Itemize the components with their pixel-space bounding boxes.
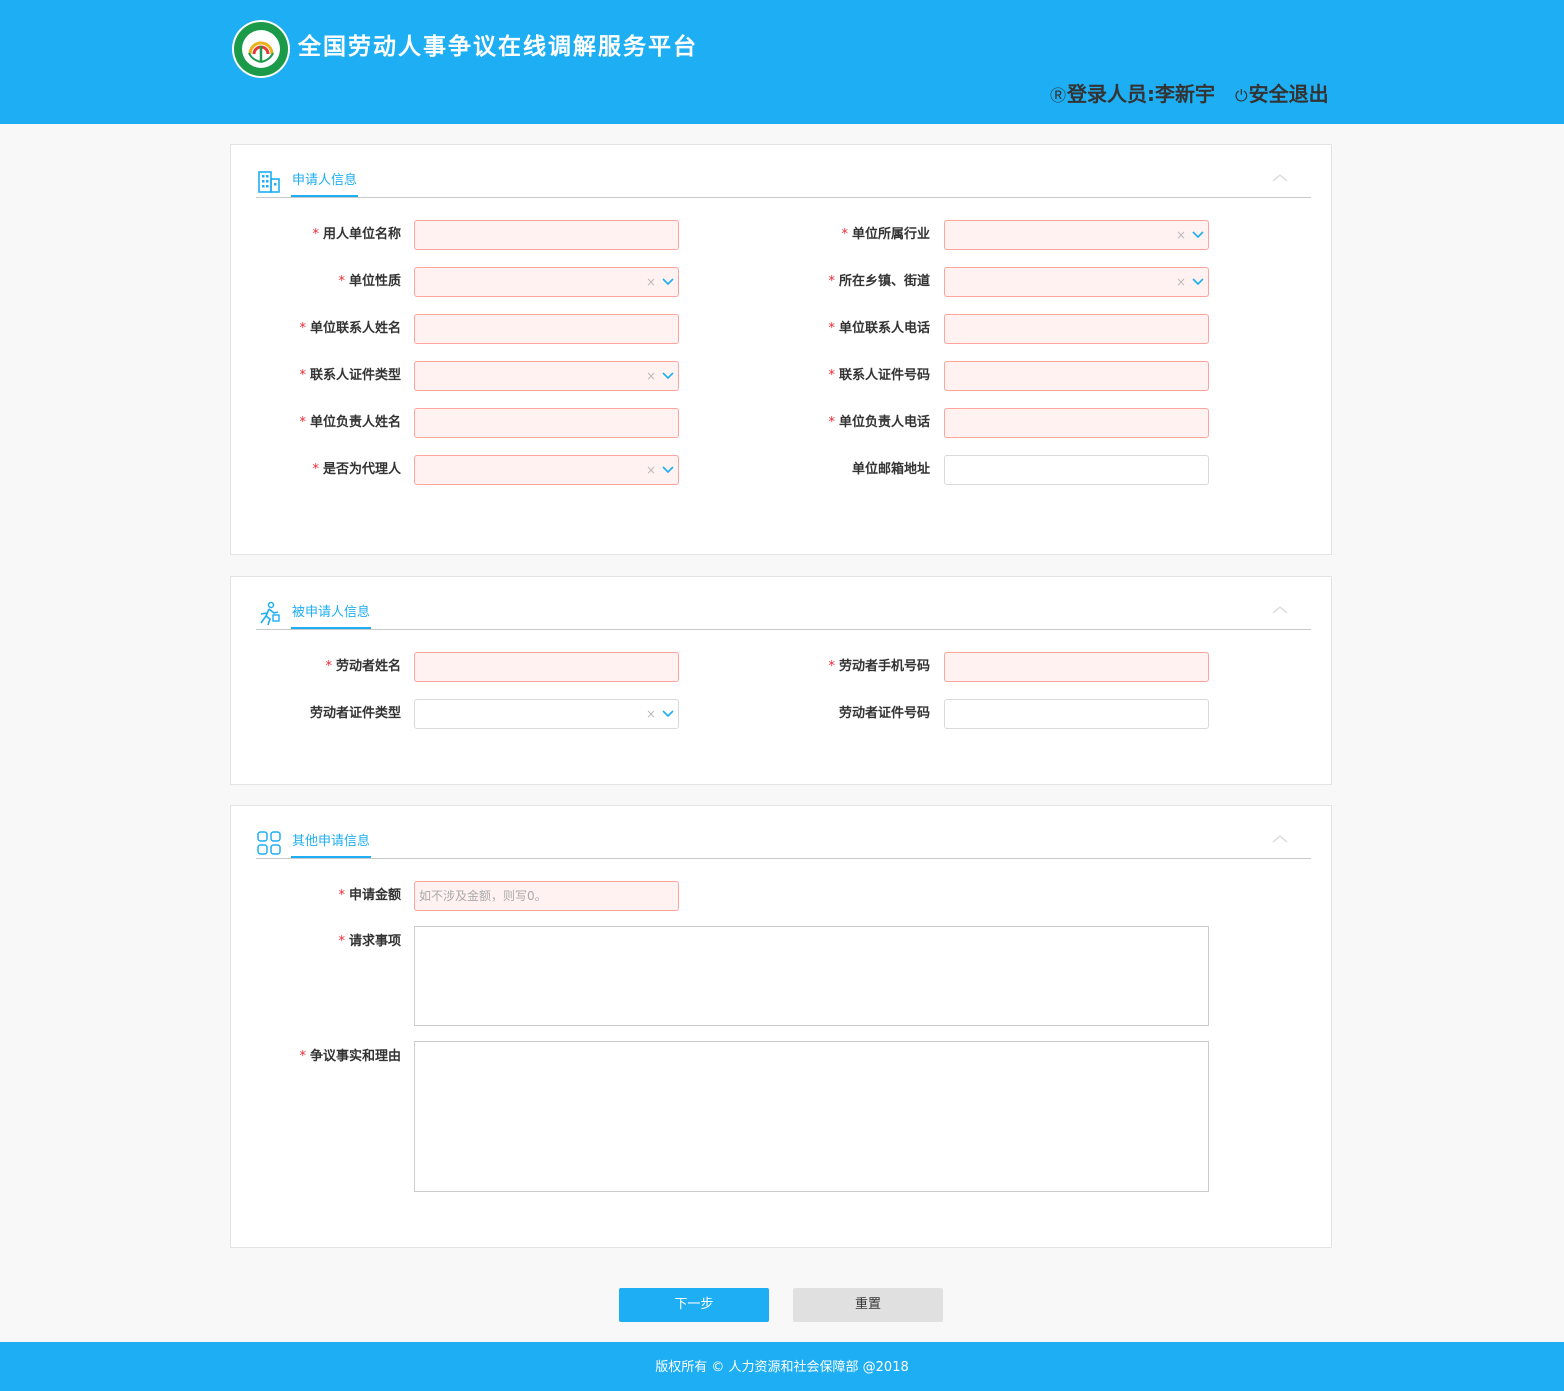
user-circle-icon: Ⓡ xyxy=(1050,86,1067,105)
applicant-panel-title: 申请人信息 xyxy=(291,173,359,197)
field-label: 单位邮箱地址 xyxy=(851,462,930,477)
clear-icon[interactable]: × xyxy=(646,700,656,728)
employer-email-input[interactable] xyxy=(944,455,1209,485)
field-label: * 单位负责人姓名 xyxy=(299,415,401,430)
employer-nature-select[interactable]: × xyxy=(414,267,679,297)
township-select[interactable]: × xyxy=(944,267,1209,297)
claim-request-textarea[interactable] xyxy=(414,926,1209,1026)
field-label: * 单位联系人姓名 xyxy=(299,321,401,336)
grid-icon xyxy=(257,831,281,855)
field-label: * 是否为代理人 xyxy=(312,462,401,477)
employer-name-input[interactable] xyxy=(414,220,679,250)
dispute-facts-textarea[interactable] xyxy=(414,1041,1209,1192)
power-icon: ⏻ xyxy=(1235,86,1248,105)
head-phone-input[interactable] xyxy=(944,408,1209,438)
footer: 版权所有 © 人力资源和社会保障部 @2018 xyxy=(0,1342,1564,1391)
platform-logo xyxy=(232,20,290,78)
chevron-down-icon xyxy=(662,278,674,286)
applicant-panel-header: 申请人信息 xyxy=(256,167,1311,198)
field-label: * 单位联系人电话 xyxy=(828,321,930,336)
field-label: * 用人单位名称 xyxy=(312,227,401,242)
field-label: * 联系人证件号码 xyxy=(828,368,930,383)
worker-name-input[interactable] xyxy=(414,652,679,682)
field-label: * 单位性质 xyxy=(338,274,401,289)
other-info-panel-title: 其他申请信息 xyxy=(291,834,372,858)
clear-icon[interactable]: × xyxy=(646,268,656,296)
field-label: * 单位负责人电话 xyxy=(828,415,930,430)
chevron-down-icon xyxy=(662,372,674,380)
field-label: * 劳动者姓名 xyxy=(325,659,401,674)
other-info-panel: 其他申请信息 * 申请金额 如不涉及金额，则写0。 * 请求事项 * 争议事实和理由 xyxy=(230,805,1332,1248)
chevron-down-icon xyxy=(1192,231,1204,239)
collapse-chevron-up-icon[interactable] xyxy=(1269,599,1291,621)
field-label: * 所在乡镇、街道 xyxy=(828,274,930,289)
field-label: * 请求事项 xyxy=(338,934,401,949)
field-label: * 争议事实和理由 xyxy=(299,1049,401,1064)
field-label: * 单位所属行业 xyxy=(841,227,930,242)
respondent-panel: 被申请人信息 * 劳动者姓名 * 劳动者手机号码 劳动者证件类型 × 劳动者证件号码 xyxy=(230,576,1332,785)
field-label: 劳动者证件号码 xyxy=(838,706,930,721)
worker-mobile-input[interactable] xyxy=(944,652,1209,682)
contact-id-type-select[interactable]: × xyxy=(414,361,679,391)
top-header: 全国劳动人事争议在线调解服务平台 Ⓡ登录人员:李新宇 ⏻安全退出 xyxy=(0,0,1564,124)
contact-name-input[interactable] xyxy=(414,314,679,344)
copyright-text: 版权所有 © 人力资源和社会保障部 @2018 xyxy=(655,1360,909,1375)
chevron-down-icon xyxy=(662,710,674,718)
worker-id-number-input[interactable] xyxy=(944,699,1209,729)
site-title: 全国劳动人事争议在线调解服务平台 xyxy=(298,34,698,60)
other-info-panel-header: 其他申请信息 xyxy=(256,828,1311,859)
clear-icon[interactable]: × xyxy=(646,456,656,484)
reset-button[interactable]: 重置 xyxy=(793,1288,943,1322)
collapse-chevron-up-icon[interactable] xyxy=(1269,167,1291,189)
walking-person-icon xyxy=(260,601,280,626)
building-icon xyxy=(258,171,280,193)
field-label: * 申请金额 xyxy=(338,888,401,903)
clear-icon[interactable]: × xyxy=(1176,221,1186,249)
industry-select[interactable]: × xyxy=(944,220,1209,250)
field-label: 劳动者证件类型 xyxy=(309,706,401,721)
chevron-down-icon xyxy=(1192,278,1204,286)
respondent-panel-title: 被申请人信息 xyxy=(291,605,372,629)
head-name-input[interactable] xyxy=(414,408,679,438)
next-step-button[interactable]: 下一步 xyxy=(619,1288,769,1322)
logged-in-user-label: 登录人员:李新宇 xyxy=(1067,82,1216,106)
collapse-chevron-up-icon[interactable] xyxy=(1269,828,1291,850)
chevron-down-icon xyxy=(662,466,674,474)
logged-in-user: Ⓡ登录人员:李新宇 xyxy=(1050,80,1215,110)
contact-id-number-input[interactable] xyxy=(944,361,1209,391)
claim-amount-input[interactable]: 如不涉及金额，则写0。 xyxy=(414,881,679,911)
respondent-panel-header: 被申请人信息 xyxy=(256,599,1311,630)
contact-phone-input[interactable] xyxy=(944,314,1209,344)
clear-icon[interactable]: × xyxy=(646,362,656,390)
is-agent-select[interactable]: × xyxy=(414,455,679,485)
worker-id-type-select[interactable]: × xyxy=(414,699,679,729)
logout-label: 安全退出 xyxy=(1248,82,1329,106)
field-label: * 劳动者手机号码 xyxy=(828,659,930,674)
applicant-panel: 申请人信息 * 用人单位名称 * 单位所属行业 × * 单位性质 × * 所在乡镇、街道… xyxy=(230,144,1332,555)
clear-icon[interactable]: × xyxy=(1176,268,1186,296)
logout-link[interactable]: ⏻安全退出 xyxy=(1235,80,1329,110)
field-label: * 联系人证件类型 xyxy=(299,368,401,383)
